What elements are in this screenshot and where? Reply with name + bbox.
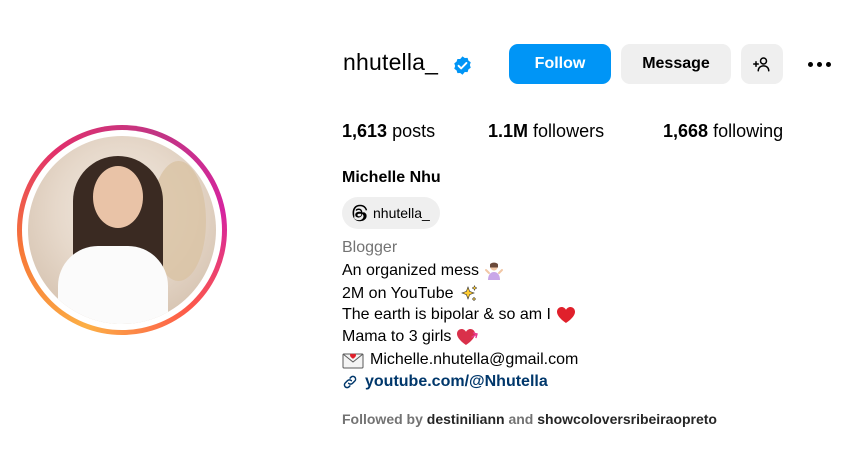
followed-by-user[interactable]: showcoloversribeiraopreto — [537, 411, 717, 427]
avatar-face — [93, 166, 143, 228]
profile-picture[interactable] — [28, 136, 216, 324]
link-icon — [343, 375, 357, 389]
profile-picture-frame — [22, 130, 222, 330]
full-name: Michelle Nhu — [342, 169, 441, 186]
threads-badge[interactable]: nhutella_ — [342, 197, 440, 229]
username: nhutella_ — [343, 49, 439, 75]
envelope-icon — [342, 351, 364, 369]
followed-by-prefix: Followed by — [342, 411, 423, 427]
bio-line: Michelle.nhutella@gmail.com — [342, 351, 578, 369]
following-stat[interactable]: 1,668 following — [663, 121, 783, 142]
bio-text: The earth is bipolar & so am I — [342, 306, 551, 323]
followed-by-user[interactable]: destiniliann — [427, 411, 505, 427]
followed-by[interactable]: Followed by destiniliann and showcolover… — [342, 411, 717, 427]
bio-text: 2M on YouTube — [342, 285, 454, 302]
followers-stat[interactable]: 1.1M followers — [488, 121, 604, 142]
heart-icon — [556, 306, 576, 324]
posts-stat: 1,613 posts — [342, 121, 435, 142]
bio-line: An organized mess — [342, 261, 504, 281]
message-button[interactable]: Message — [621, 44, 731, 84]
following-count: 1,668 — [663, 121, 709, 141]
more-dot — [807, 61, 813, 67]
external-link[interactable]: youtube.com/@Nhutella — [342, 373, 548, 391]
more-dot — [825, 61, 831, 67]
heart-icon — [456, 328, 479, 346]
person-shrug-icon — [484, 261, 504, 281]
posts-label: posts — [392, 121, 436, 141]
contact-email[interactable]: Michelle.nhutella@gmail.com — [370, 351, 578, 369]
threads-handle: nhutella_ — [373, 205, 430, 221]
following-label: following — [713, 121, 784, 141]
posts-count: 1,613 — [342, 121, 388, 141]
more-options-icon[interactable] — [804, 52, 834, 76]
bio-line: 2M on YouTube — [342, 284, 479, 304]
followers-label: followers — [533, 121, 605, 141]
profile-picture-ring[interactable] — [17, 125, 227, 335]
bio-text: An organized mess — [342, 262, 479, 279]
verified-badge-icon — [454, 56, 471, 75]
bio-line: Mama to 3 girls — [342, 328, 479, 346]
follow-button[interactable]: Follow — [509, 44, 611, 84]
more-dot — [816, 61, 822, 67]
external-link-text[interactable]: youtube.com/@Nhutella — [365, 373, 548, 391]
bio-line: The earth is bipolar & so am I — [342, 306, 576, 324]
followed-by-and: and — [508, 411, 534, 427]
threads-icon — [352, 204, 368, 222]
add-user-icon — [753, 57, 770, 72]
sparkles-icon — [459, 284, 479, 304]
bio-text: Mama to 3 girls — [342, 328, 452, 345]
profile-category: Blogger — [342, 239, 398, 256]
followers-count: 1.1M — [488, 121, 529, 141]
avatar-dress — [58, 246, 168, 324]
suggest-accounts-button[interactable] — [741, 44, 783, 84]
